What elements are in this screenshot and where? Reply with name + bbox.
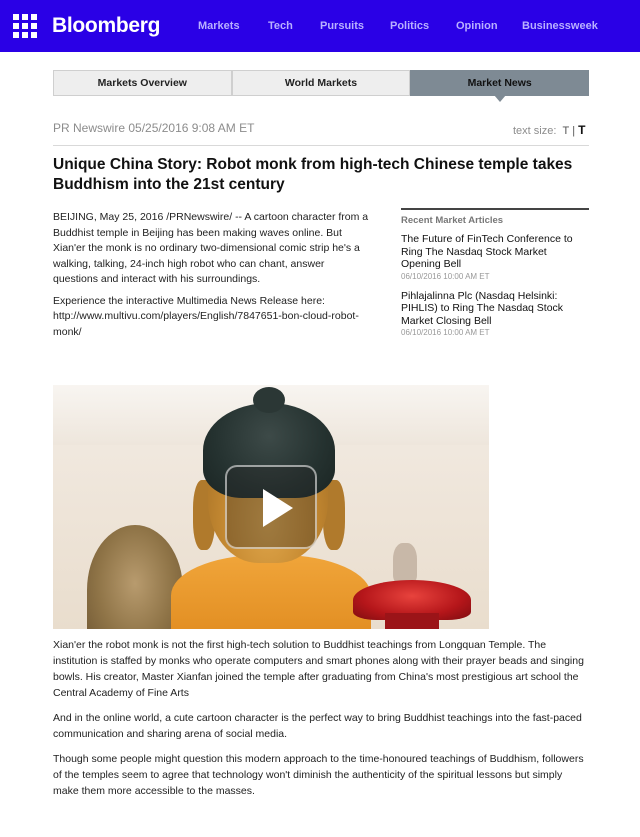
nav-link-tech[interactable]: Tech: [268, 20, 293, 32]
nav-link-pursuits[interactable]: Pursuits: [320, 20, 364, 32]
article-headline: Unique China Story: Robot monk from high…: [53, 156, 573, 193]
section-tabs: Markets Overview World Markets Market Ne…: [53, 70, 590, 102]
play-icon: [263, 489, 293, 527]
text-size-large-button[interactable]: T: [578, 123, 585, 137]
buddha-statue-left: [87, 525, 183, 629]
text-size-small-button[interactable]: T: [562, 125, 569, 137]
buddha-robe: [171, 555, 371, 629]
tab-market-news-label: Market News: [467, 77, 532, 89]
nav-link-businessweek[interactable]: Businessweek: [522, 20, 598, 32]
divider: [53, 145, 589, 146]
body-paragraph: And in the online world, a cute cartoon …: [53, 712, 582, 740]
lamp-base: [385, 613, 439, 629]
sidebar-article-date: 06/10/2016 10:00 AM ET: [401, 328, 490, 337]
body-paragraph: Xian'er the robot monk is not the first …: [53, 639, 584, 699]
sidebar-heading: Recent Market Articles: [401, 215, 504, 226]
text-size-control: text size: T | T: [513, 123, 585, 137]
nav-link-opinion[interactable]: Opinion: [456, 20, 498, 32]
sidebar-article[interactable]: Pihlajalinna Plc (Nasdaq Helsinki: PIHLI…: [401, 290, 589, 338]
article-body: Xian'er the robot monk is not the first …: [53, 637, 589, 808]
top-navigation-bar: Bloomberg Markets Tech Pursuits Politics…: [0, 0, 640, 52]
body-paragraph: Though some people might question this m…: [53, 753, 584, 797]
tab-markets-overview[interactable]: Markets Overview: [53, 70, 232, 96]
article-intro: BEIJING, May 25, 2016 /PRNewswire/ -- A …: [53, 210, 371, 346]
multimedia-link-paragraph[interactable]: Experience the interactive Multimedia Ne…: [53, 294, 371, 341]
buddha-topknot: [253, 387, 285, 413]
article-byline: PR Newswire 05/25/2016 9:08 AM ET: [53, 121, 254, 135]
sidebar-article[interactable]: The Future of FinTech Conference to Ring…: [401, 233, 589, 281]
sidebar-article-date: 06/10/2016 10:00 AM ET: [401, 271, 490, 281]
tab-world-markets[interactable]: World Markets: [231, 70, 411, 96]
sidebar-article-title[interactable]: Pihlajalinna Plc (Nasdaq Helsinki: PIHLI…: [401, 290, 589, 328]
recent-market-articles: Recent Market Articles The Future of Fin…: [401, 208, 589, 346]
article-datetime: 05/25/2016 9:08 AM ET: [128, 121, 255, 135]
apps-grid-icon[interactable]: [13, 14, 37, 38]
nav-link-politics[interactable]: Politics: [390, 20, 429, 32]
active-tab-caret-icon: [493, 95, 506, 102]
text-size-separator: |: [572, 125, 576, 137]
text-size-label: text size:: [513, 125, 557, 137]
sidebar-article-title[interactable]: The Future of FinTech Conference to Ring…: [401, 233, 589, 271]
nav-link-markets[interactable]: Markets: [198, 20, 240, 32]
play-button[interactable]: [225, 465, 317, 549]
article-source: PR Newswire: [53, 121, 126, 135]
bloomberg-logo[interactable]: Bloomberg: [52, 14, 160, 38]
video-player[interactable]: [53, 385, 489, 629]
tab-market-news[interactable]: Market News: [410, 70, 590, 102]
lamp-figure: [393, 543, 417, 583]
intro-paragraph: BEIJING, May 25, 2016 /PRNewswire/ -- A …: [53, 211, 369, 285]
